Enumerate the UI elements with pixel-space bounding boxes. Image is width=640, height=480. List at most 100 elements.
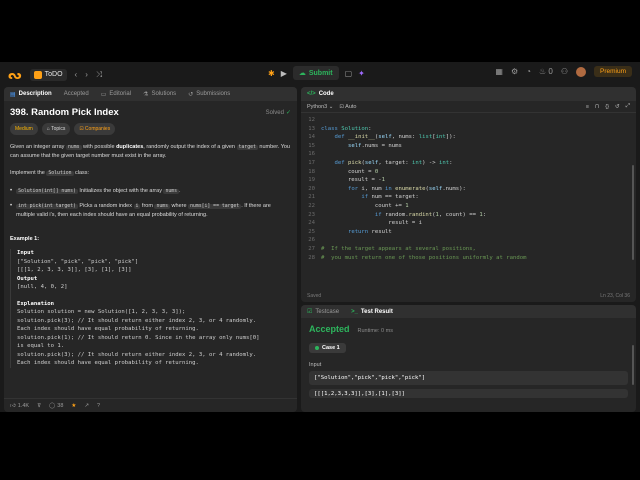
submit-button[interactable]: ☁ Submit: [292, 66, 339, 80]
reset-icon[interactable]: ↺: [615, 104, 620, 110]
tab-testcase[interactable]: ☑ Testcase: [307, 308, 339, 316]
format-icon[interactable]: ≡: [586, 104, 589, 110]
tab-label: Description: [18, 91, 52, 97]
case-label: Case 1: [322, 345, 340, 351]
dislike-button[interactable]: ⊽: [37, 403, 41, 409]
line-number: 22: [308, 202, 315, 209]
fullscreen-icon[interactable]: ⤢: [626, 103, 630, 110]
notification-icon[interactable]: ◔: [526, 67, 531, 76]
example-label: Input: [17, 250, 34, 256]
companies-label: Companies: [84, 126, 111, 132]
text: .: [179, 188, 181, 194]
list-item: • Solution(int[] nums) Initializes the o…: [10, 187, 291, 196]
code-toolbar: Python3 ⌄ ⊡ Auto ≡ ⊓ {} ↺ ⤢: [301, 101, 636, 113]
line-number: 26: [308, 237, 315, 244]
tab-submissions[interactable]: ↺ Submissions: [188, 91, 230, 98]
code-editor[interactable]: 12 13 class Solution: 14 def __init__(sel…: [301, 113, 636, 262]
auto-mode[interactable]: ⊡ Auto: [339, 104, 356, 110]
tab-solutions[interactable]: ⚗ Solutions: [143, 91, 176, 98]
tab-editorial[interactable]: ▭ Editorial: [101, 91, 131, 98]
cloud-upload-icon: ☁: [298, 70, 306, 77]
prev-problem-icon[interactable]: ‹: [75, 70, 78, 79]
run-button[interactable]: ▶: [281, 69, 287, 78]
example-label: Explanation: [17, 300, 55, 307]
comments-button[interactable]: ◯ 38: [49, 403, 63, 409]
list-item: • int pick(int target) Picks a random in…: [10, 202, 291, 219]
language-select[interactable]: Python3 ⌄: [307, 104, 333, 110]
topics-label: Topics: [51, 126, 66, 132]
check-circle-icon: ✓: [285, 110, 291, 116]
companies-pill[interactable]: ⊡ Companies: [74, 123, 116, 135]
editor-scrollbar[interactable]: [632, 165, 634, 260]
avatar[interactable]: [575, 66, 586, 77]
tab-test-result[interactable]: >_ Test Result: [351, 309, 393, 315]
app-frame: ᔓ ToDO ‹ › ⤨ ✱ ▶ ☁ Submit ▢ ✦ ▦ ⚙ ◔ ♨ 0 …: [0, 62, 640, 412]
problem-list-button[interactable]: ToDO: [29, 68, 67, 81]
auto-label: Auto: [345, 103, 357, 110]
inline-code: int pick(int target): [16, 204, 78, 209]
tab-accepted[interactable]: Accepted: [64, 91, 89, 97]
code-line: 28 # you must return one of those positio…: [301, 254, 636, 263]
text: where: [170, 203, 189, 209]
debug-icon[interactable]: ✱: [268, 69, 275, 78]
top-nav: ᔓ ToDO ‹ › ⤨ ✱ ▶ ☁ Submit ▢ ✦ ▦ ⚙ ◔ ♨ 0 …: [0, 62, 640, 87]
like-button[interactable]: 👍︎ 1.4K: [10, 403, 29, 409]
page-title[interactable]: 398. Random Pick Index: [10, 108, 119, 118]
tab-label: Editorial: [109, 91, 132, 97]
code-line: 25 return result: [301, 228, 636, 237]
favorite-star-icon[interactable]: ★: [71, 403, 76, 409]
code-line: 19 result = -1: [301, 176, 636, 185]
text: Picks a random index: [77, 203, 134, 209]
help-icon[interactable]: ?: [97, 403, 100, 409]
test-tabs: ☑ Testcase >_ Test Result: [301, 305, 636, 318]
streak-counter[interactable]: ♨ 0: [539, 67, 553, 76]
example-label: Output: [17, 275, 38, 282]
text: class:: [73, 170, 90, 176]
settings-icon[interactable]: ⚙: [511, 67, 518, 76]
case-1-button[interactable]: Case 1: [309, 343, 346, 353]
premium-button[interactable]: Premium: [593, 66, 632, 77]
text: from: [140, 203, 155, 209]
difficulty-pill[interactable]: Medium: [10, 123, 38, 135]
note-icon[interactable]: ▢: [345, 69, 353, 78]
thumbs-down-icon: ⊽: [37, 402, 42, 409]
problem-description: 398. Random Pick Index Solved ✓ Medium ⌂…: [4, 101, 297, 374]
inline-code: Solution(int[] nums): [16, 189, 78, 194]
fire-icon: ♨: [538, 67, 547, 76]
line-number: 15: [308, 142, 315, 149]
user-add-icon[interactable]: ⚇: [561, 67, 568, 76]
cursor-position: Ln 23, Col 36: [600, 293, 630, 299]
code-line: 23 if random.randint(1, count) == 1:: [301, 211, 636, 220]
chevron-down-icon: ⌄: [328, 103, 334, 110]
description-footer: 👍︎ 1.4K ⊽ ◯ 38 ★ ↗ ?: [4, 398, 297, 412]
result-scrollbar[interactable]: [632, 345, 634, 385]
next-problem-icon[interactable]: ›: [85, 70, 88, 79]
line-number: 27: [308, 245, 315, 252]
description-paragraph: Implement the Solution class:: [10, 169, 291, 178]
layout-icon[interactable]: ▦: [495, 67, 503, 76]
tab-description[interactable]: ▤ Description: [10, 91, 52, 98]
lock-icon: ⊡: [79, 126, 84, 132]
example-line: [[[1, 2, 3, 3, 3]], [3], [1], [3]]: [17, 267, 132, 273]
ai-icon[interactable]: ✦: [358, 69, 365, 78]
history-icon: ↺: [188, 91, 194, 98]
checkbox-icon: ☑: [307, 309, 313, 315]
share-icon[interactable]: ↗: [84, 403, 89, 409]
tab-label: Submissions: [196, 91, 231, 97]
tab-code[interactable]: </> Code: [307, 91, 334, 97]
line-number: 16: [308, 151, 315, 158]
tab-label: Solutions: [151, 91, 177, 97]
line-number: 25: [308, 228, 315, 235]
shuffle-icon[interactable]: ⤨: [96, 70, 102, 80]
code-line: 27 # If the target appears at several pos…: [301, 245, 636, 254]
topics-pill[interactable]: ⌂ Topics: [41, 123, 71, 135]
saved-status: Saved: [307, 293, 322, 299]
description-tabs: ▤ Description Accepted ▭ Editorial ⚗ Sol…: [4, 87, 297, 101]
braces-icon[interactable]: {}: [605, 104, 609, 110]
leetcode-logo-icon[interactable]: ᔓ: [8, 68, 22, 82]
bookmark-icon[interactable]: ⊓: [595, 104, 599, 110]
language-label: Python3: [307, 103, 328, 110]
comment-icon: ◯: [49, 402, 56, 409]
submit-label: Submit: [308, 69, 333, 77]
example-line: Solution solution = new Solution([1, 2, …: [17, 309, 186, 315]
